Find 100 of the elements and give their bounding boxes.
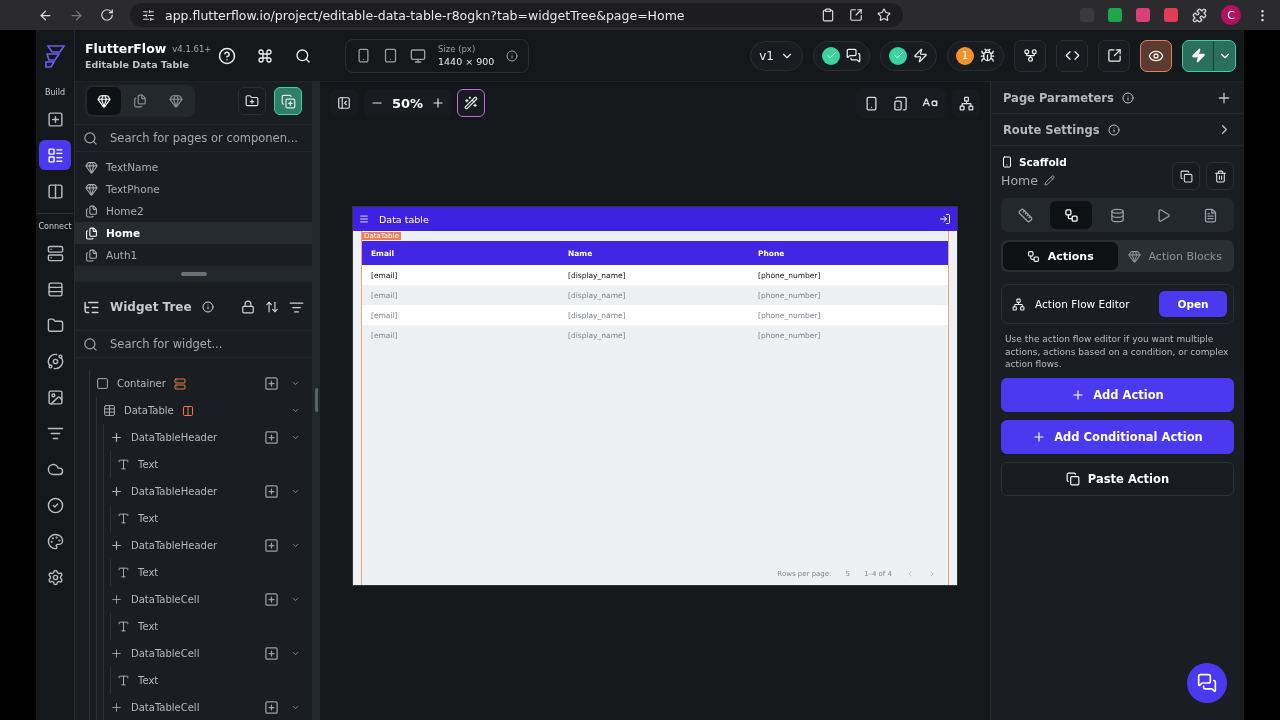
properties-tab[interactable]: [1050, 201, 1093, 229]
add-child-icon[interactable]: [264, 430, 279, 445]
tree-node[interactable]: DataTableHeader: [110, 424, 312, 451]
magic-button[interactable]: [457, 89, 486, 117]
add-child-icon[interactable]: [264, 376, 279, 391]
zoom-in-icon[interactable]: [431, 96, 446, 110]
add-child-icon[interactable]: [264, 646, 279, 661]
address-bar[interactable]: app.flutterflow.io/project/editable-data-table-r8ogkn?tab=widgetTree&page=Home: [130, 3, 903, 27]
share-button[interactable]: [1098, 39, 1130, 72]
zoom-level: 50%: [392, 95, 424, 111]
logout-icon[interactable]: [939, 213, 951, 225]
site-settings-icon[interactable]: [142, 8, 155, 22]
phone-icon[interactable]: [356, 48, 371, 63]
caret-icon[interactable]: [291, 406, 300, 415]
tree-node[interactable]: Text: [117, 667, 312, 694]
caret-icon[interactable]: [291, 703, 300, 712]
bookmark-star-icon[interactable]: [877, 8, 891, 22]
search-field[interactable]: Search for widget...: [108, 336, 304, 352]
desktop-icon[interactable]: [410, 47, 426, 64]
tree-node-label: Container: [117, 378, 166, 389]
action-button[interactable]: Add Conditional Action: [1001, 419, 1234, 454]
section-title: Page Parameters: [1003, 90, 1114, 105]
extensions-puzzle-icon[interactable]: [1192, 7, 1207, 23]
resize-handle[interactable]: [180, 272, 207, 276]
tree-node[interactable]: DataTableCell: [110, 586, 312, 613]
page-list-item[interactable]: TextPhone: [75, 178, 312, 200]
caret-icon[interactable]: [291, 433, 300, 442]
add-child-icon[interactable]: [264, 538, 279, 553]
caret-icon[interactable]: [291, 595, 300, 604]
caret-icon[interactable]: [291, 487, 300, 496]
tree-node[interactable]: DataTable: [103, 397, 312, 424]
search-field[interactable]: Search for pages or componen...: [108, 130, 304, 146]
new-folder-button[interactable]: [238, 87, 266, 115]
caret-icon[interactable]: [291, 541, 300, 550]
orbit-icon: [46, 352, 64, 370]
page-list-item[interactable]: Home: [75, 222, 312, 244]
expand-icon[interactable]: [265, 300, 279, 314]
tree-node[interactable]: Container: [96, 370, 312, 397]
lock-icon[interactable]: [241, 300, 255, 314]
search-icon: [83, 130, 98, 146]
page-list-item[interactable]: Home2: [75, 200, 312, 222]
tree-node-label: DataTableHeader: [131, 432, 218, 443]
menu-icon[interactable]: [359, 214, 369, 224]
page-icon: [85, 248, 98, 262]
rail-item[interactable]: [39, 140, 71, 170]
action-button[interactable]: Paste Action: [1001, 461, 1234, 496]
clipboard-icon[interactable]: [821, 8, 835, 22]
delete-button[interactable]: [1206, 162, 1234, 190]
page-icon: [85, 226, 98, 240]
tree-settings-button[interactable]: [952, 89, 980, 117]
text-type-icon: [117, 566, 130, 579]
tree-node[interactable]: DataTableHeader: [110, 532, 312, 559]
page-list-item[interactable]: TextName: [75, 156, 312, 178]
duplicate-button[interactable]: [1172, 162, 1200, 190]
resize-handle[interactable]: [314, 388, 318, 412]
tablet-icon[interactable]: [383, 48, 398, 63]
code-button[interactable]: [1056, 39, 1088, 72]
trash-icon: [1213, 169, 1227, 183]
add-page-button[interactable]: [274, 87, 302, 115]
info-icon[interactable]: [1107, 123, 1120, 136]
comments-status[interactable]: [813, 40, 870, 71]
tree-node[interactable]: Text: [117, 505, 312, 532]
page-list-item[interactable]: Auth1: [75, 244, 312, 266]
action-button[interactable]: Add Action: [1001, 377, 1234, 412]
info-icon[interactable]: [1121, 91, 1134, 104]
forward-icon[interactable]: [69, 7, 84, 23]
phone-icon[interactable]: [864, 95, 879, 111]
branch-button[interactable]: [1014, 39, 1046, 72]
tree-node-label: DataTableCell: [131, 702, 200, 713]
device-icon[interactable]: [893, 95, 908, 111]
profile-avatar[interactable]: C: [1221, 5, 1241, 25]
collapse-panel-button[interactable]: [330, 89, 358, 117]
build-status[interactable]: [880, 40, 937, 71]
mode-tab[interactable]: Action Blocks: [1117, 242, 1232, 270]
tree-node[interactable]: DataTableHeader: [110, 478, 312, 505]
tree-node[interactable]: Text: [117, 451, 312, 478]
rail-section-label: Build: [44, 88, 66, 97]
add-child-icon[interactable]: [264, 484, 279, 499]
tree-node[interactable]: Text: [117, 559, 312, 586]
sort-icon[interactable]: [289, 299, 304, 315]
open-button[interactable]: Open: [1159, 291, 1227, 317]
tree-node[interactable]: DataTableCell: [110, 640, 312, 667]
tree-node[interactable]: Text: [117, 613, 312, 640]
caret-icon[interactable]: [291, 649, 300, 658]
info-icon[interactable]: [201, 301, 214, 313]
caret-icon[interactable]: [291, 379, 300, 388]
tree-node[interactable]: DataTableCell: [110, 694, 312, 720]
add-child-icon[interactable]: [264, 592, 279, 607]
edit-icon[interactable]: [1043, 175, 1055, 186]
mode-tab[interactable]: Actions: [1003, 242, 1118, 270]
add-child-icon[interactable]: [264, 700, 279, 715]
back-icon[interactable]: [38, 7, 53, 23]
plus-icon: [110, 647, 123, 660]
reload-icon[interactable]: [100, 8, 114, 22]
info-icon[interactable]: [506, 49, 519, 62]
tree-node-label: Text: [138, 567, 159, 578]
panel-tab[interactable]: [87, 87, 121, 115]
open-external-icon[interactable]: [849, 8, 863, 22]
branch-selector[interactable]: v1: [750, 40, 803, 71]
preview-button[interactable]: [1140, 39, 1172, 72]
